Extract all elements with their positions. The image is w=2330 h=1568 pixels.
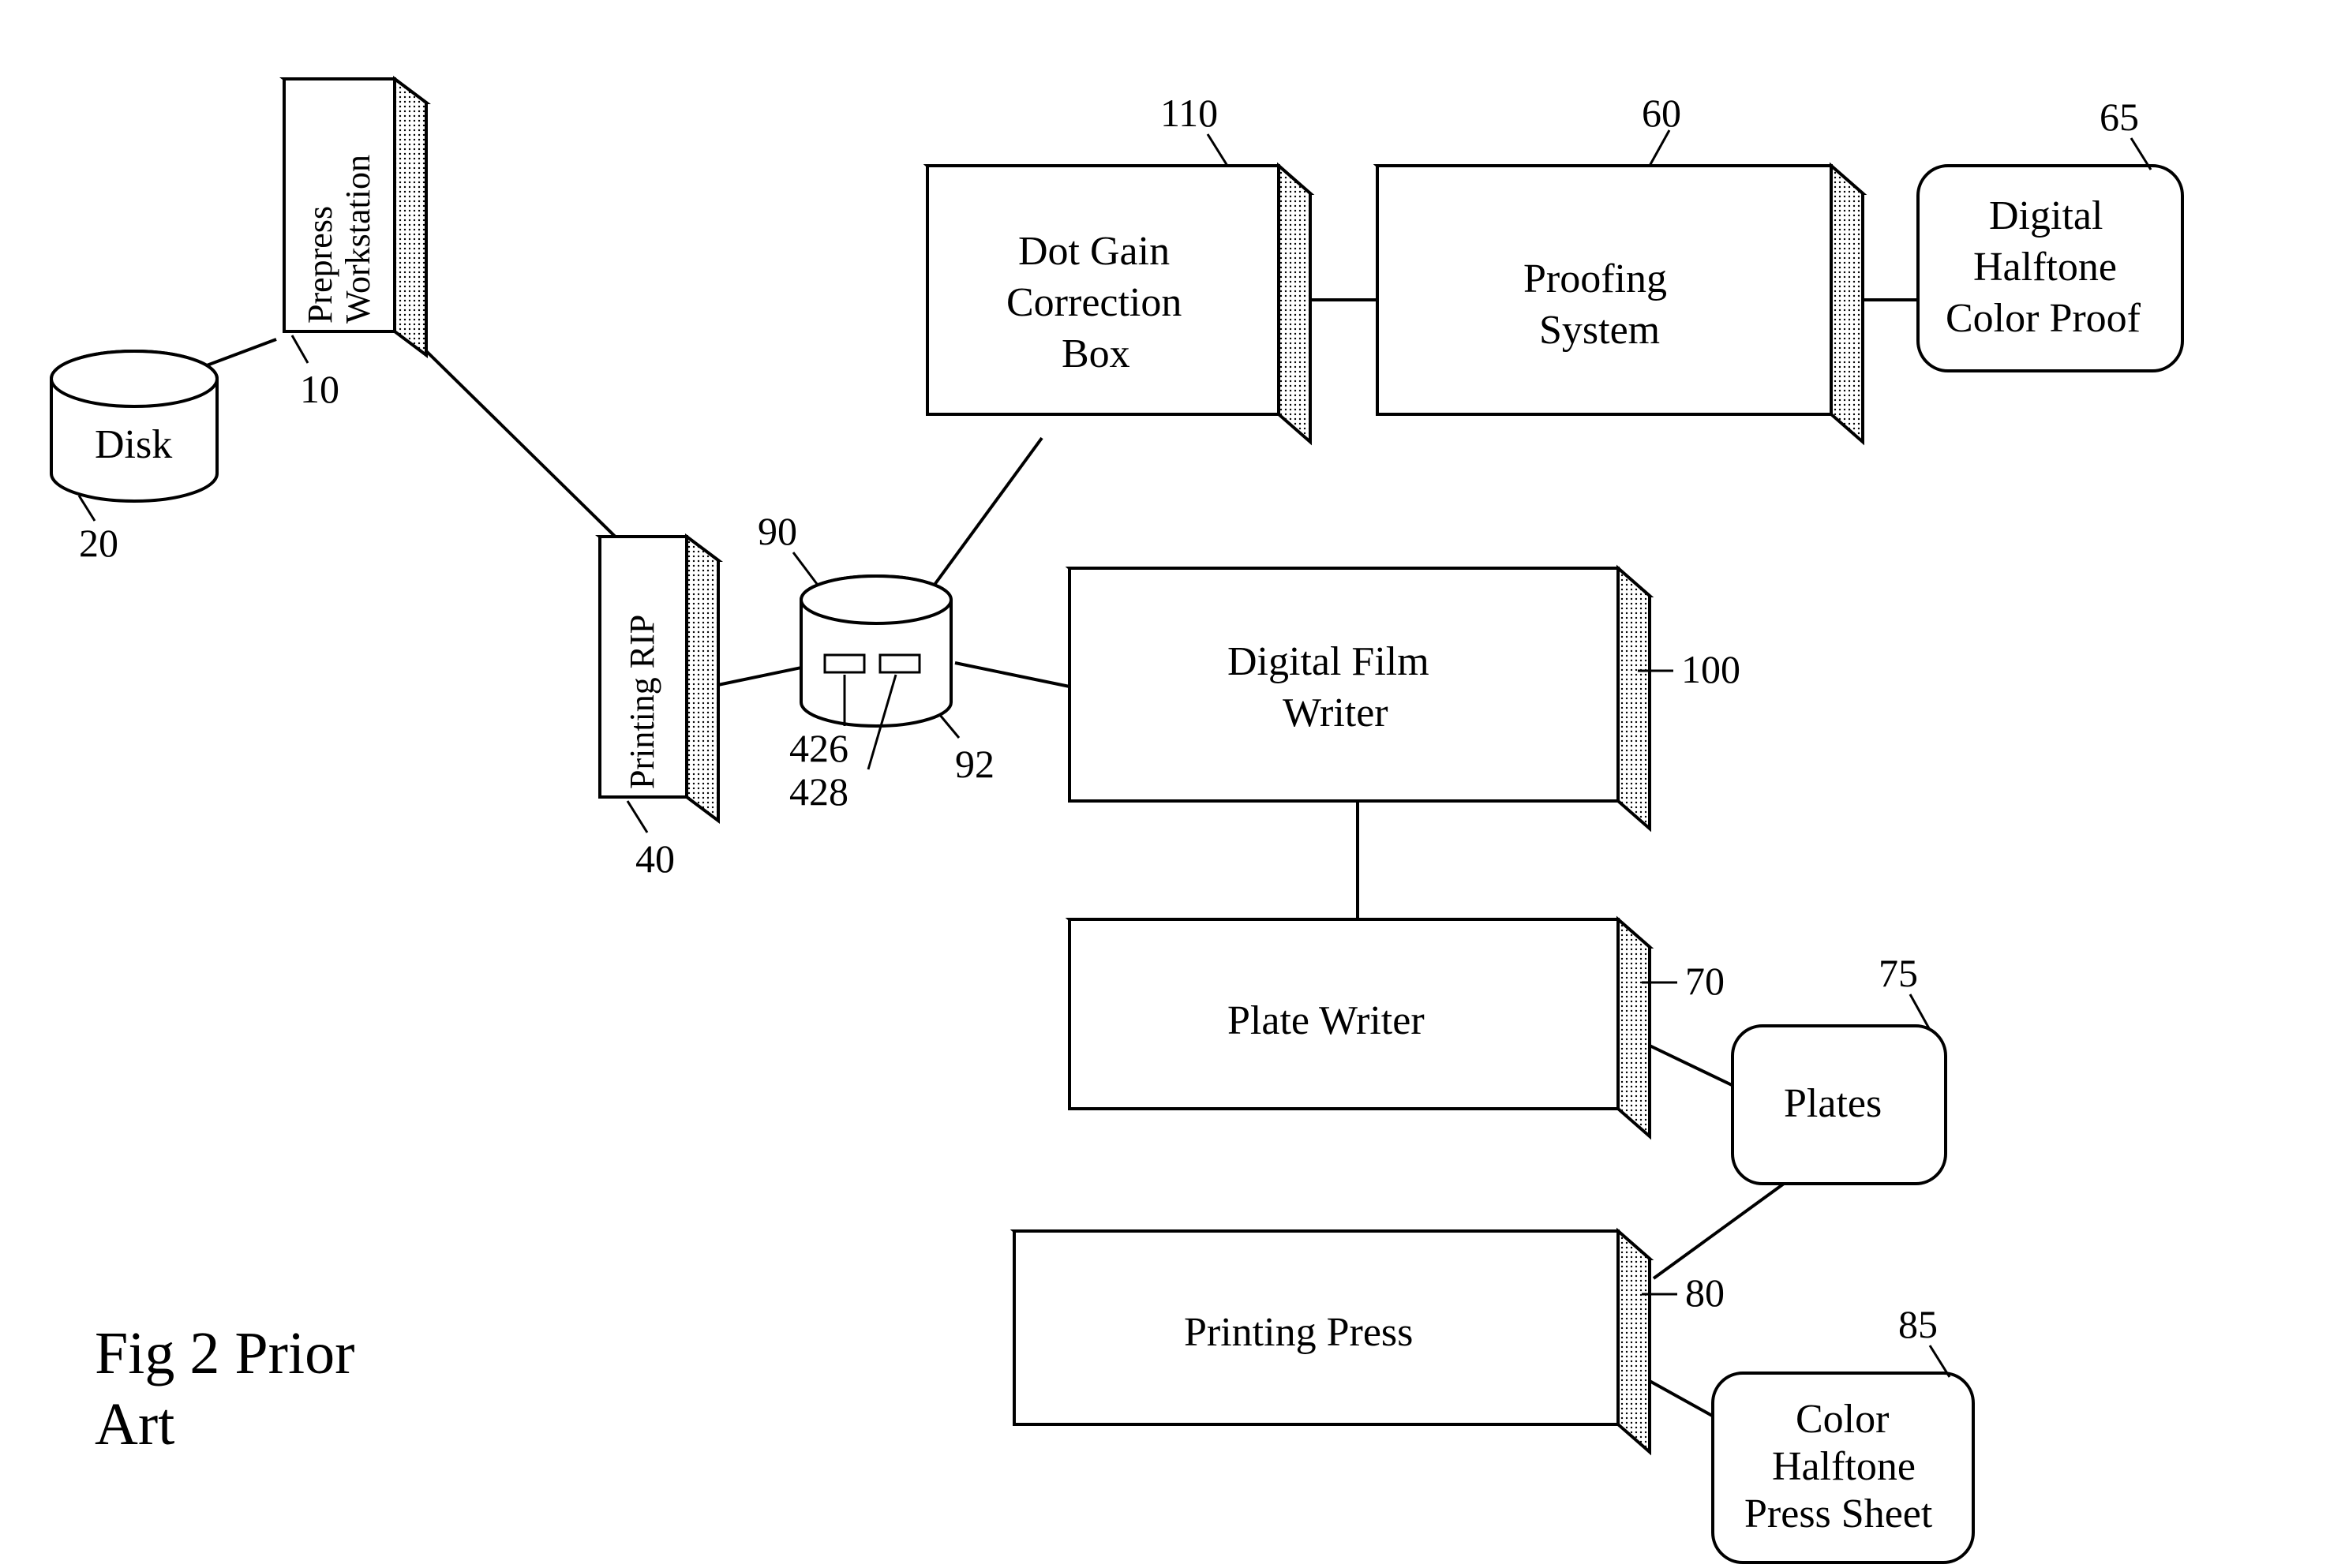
proof-l1: Digital — [1989, 193, 2103, 238]
disk-ref: 20 — [79, 521, 118, 565]
sheet-ref: 85 — [1898, 1302, 1938, 1346]
plates-label: Plates — [1784, 1081, 1882, 1126]
figure-title-line2: Art — [95, 1391, 174, 1458]
printing-rip-box: Printing RIP — [600, 537, 718, 821]
disk-cylinder: Disk — [51, 351, 217, 501]
filmw-ref: 100 — [1681, 647, 1740, 691]
filmw-l2: Writer — [1283, 690, 1388, 735]
sheet-l2: Halftone — [1772, 1444, 1916, 1489]
plates-ref: 75 — [1879, 951, 1918, 995]
dotgain-l3: Box — [1062, 331, 1130, 376]
rip-ref: 40 — [635, 836, 675, 881]
sheet-l3: Press Sheet — [1744, 1491, 1933, 1536]
plates-box: Plates — [1733, 1026, 1946, 1184]
disk-label: Disk — [95, 422, 172, 467]
proofing-l2: System — [1539, 308, 1660, 353]
diagram-canvas: Prepress Workstation 10 Disk 20 Printing… — [0, 0, 2330, 1568]
digital-proof-box: Digital Halftone Color Proof — [1918, 166, 2182, 371]
proofing-system-box: Proofing System — [1377, 166, 1863, 442]
prepress-workstation-box: Prepress Workstation — [284, 79, 426, 355]
prepress-ref: 10 — [300, 367, 339, 411]
proofing-l1: Proofing — [1523, 256, 1667, 301]
rip-label: Printing RIP — [623, 615, 661, 789]
sheet-l1: Color — [1796, 1397, 1889, 1442]
film-writer-box: Digital Film Writer — [1069, 568, 1650, 829]
plate-writer-box: Plate Writer — [1069, 919, 1650, 1136]
platew-ref: 70 — [1685, 959, 1725, 1003]
spool-ref-426: 426 — [789, 726, 848, 770]
printing-press-box: Printing Press — [1014, 1231, 1650, 1452]
press-ref: 80 — [1685, 1270, 1725, 1315]
spool-ref-90: 90 — [758, 509, 797, 553]
spool-ref-92: 92 — [955, 742, 995, 786]
spool-disk — [801, 576, 951, 726]
dot-gain-box: Dot Gain Correction Box — [927, 166, 1310, 442]
dotgain-l2: Correction — [1006, 280, 1182, 325]
filmw-l1: Digital Film — [1227, 639, 1429, 684]
dotgain-ref: 110 — [1160, 91, 1218, 135]
press-sheet-box: Color Halftone Press Sheet — [1713, 1373, 1973, 1562]
proof-ref: 65 — [2100, 95, 2139, 139]
prepress-label-2: Workstation — [339, 155, 377, 324]
press-label: Printing Press — [1184, 1310, 1413, 1355]
figure-title-line1: Fig 2 Prior — [95, 1320, 354, 1387]
dotgain-l1: Dot Gain — [1018, 229, 1170, 274]
proof-l3: Color Proof — [1946, 296, 2141, 341]
prepress-label-1: Prepress — [301, 206, 339, 324]
spool-ref-428: 428 — [789, 769, 848, 814]
platew-label: Plate Writer — [1227, 998, 1425, 1043]
proofing-ref: 60 — [1642, 91, 1681, 135]
proof-l2: Halftone — [1973, 245, 2117, 290]
